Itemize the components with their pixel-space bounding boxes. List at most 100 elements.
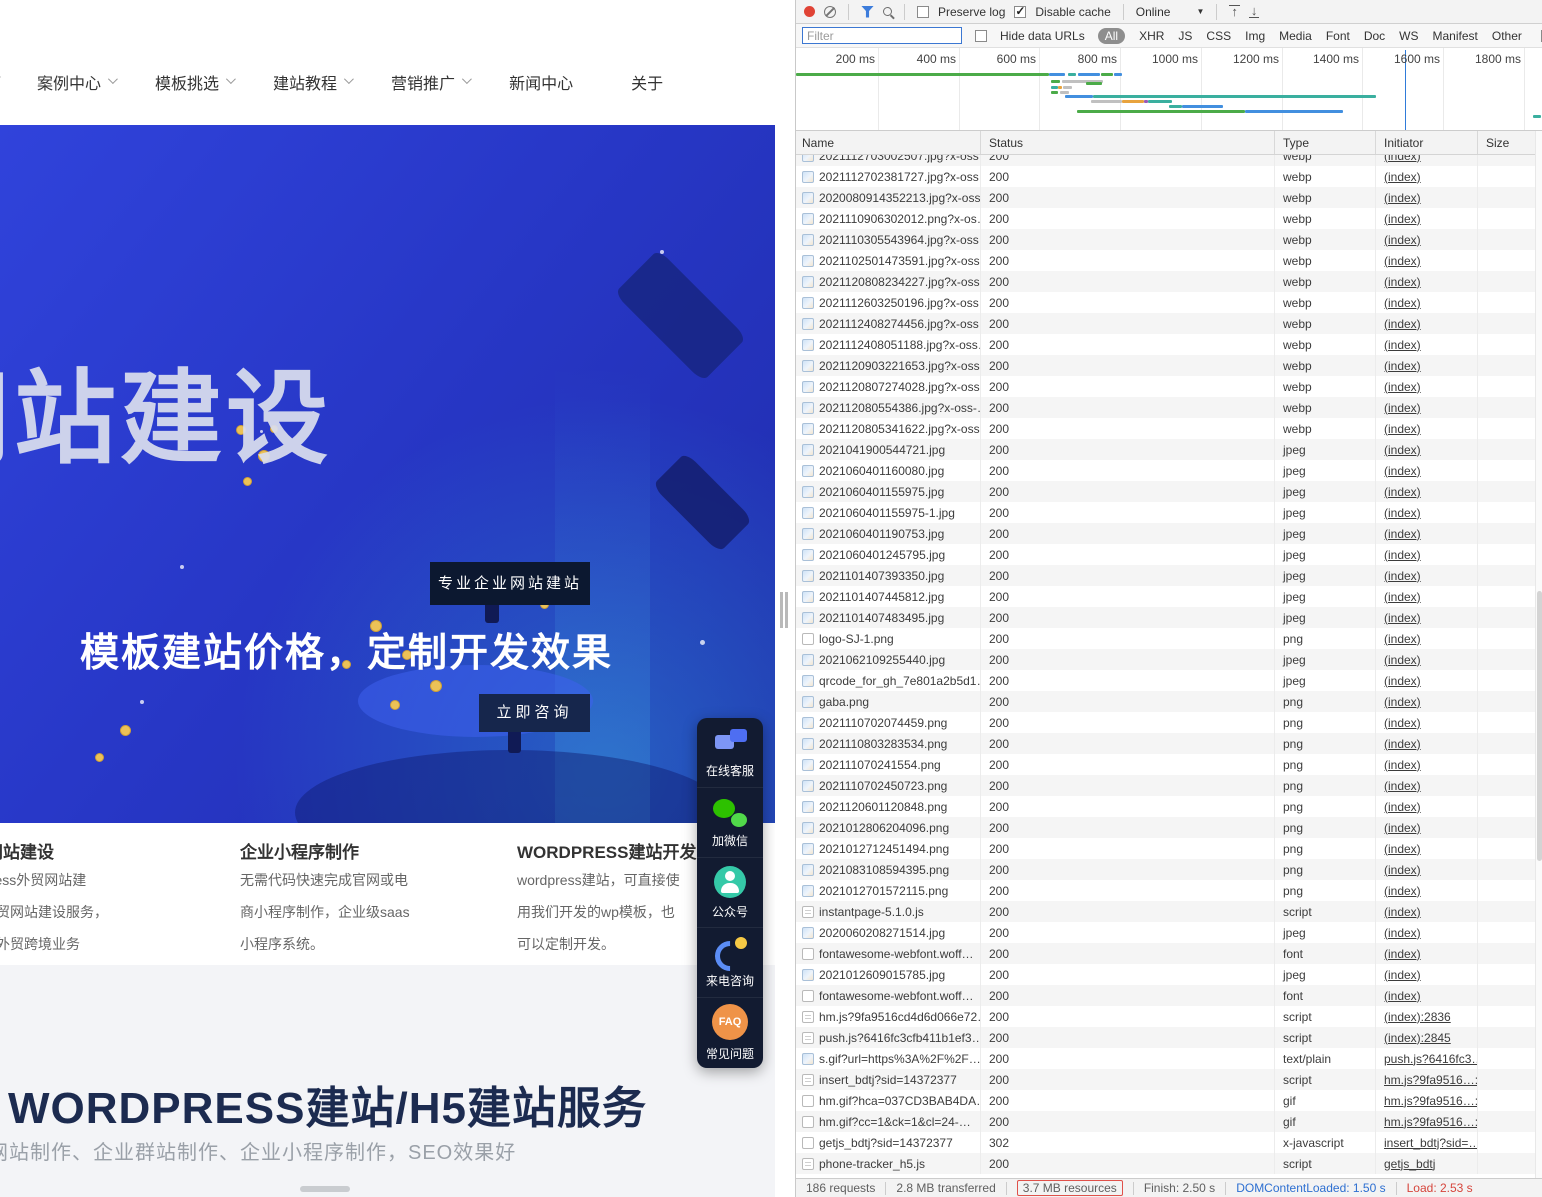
request-initiator-link[interactable]: (index):2836 xyxy=(1384,1010,1451,1024)
request-initiator-link[interactable]: hm.js?9fa9516…:… xyxy=(1384,1115,1478,1129)
request-initiator-link[interactable]: (index) xyxy=(1384,653,1421,667)
request-row[interactable]: 2021110305543964.jpg?x-oss…200webp(index… xyxy=(796,229,1535,250)
filter-icon[interactable] xyxy=(861,6,874,18)
request-row[interactable]: insert_bdtj?sid=14372377200scripthm.js?9… xyxy=(796,1069,1535,1090)
request-row[interactable]: 2021041900544721.jpg200jpeg(index) xyxy=(796,439,1535,460)
float-menu-item[interactable]: 在线客服 xyxy=(697,718,763,788)
request-row[interactable]: 202111070241554.png200png(index) xyxy=(796,754,1535,775)
request-row[interactable]: 2021060401155975.jpg200jpeg(index) xyxy=(796,481,1535,502)
request-initiator-link[interactable]: (index) xyxy=(1384,947,1421,961)
request-row[interactable]: 2021062109255440.jpg200jpeg(index) xyxy=(796,649,1535,670)
request-initiator-link[interactable]: (index) xyxy=(1384,800,1421,814)
request-initiator-link[interactable]: (index) xyxy=(1384,905,1421,919)
float-menu-item[interactable]: FAQ常见问题 xyxy=(697,998,763,1068)
request-row[interactable]: fontawesome-webfont.woff…200font(index) xyxy=(796,943,1535,964)
float-menu-item[interactable]: 来电咨询 xyxy=(697,928,763,998)
request-initiator-link[interactable]: getjs_bdtj xyxy=(1384,1157,1435,1171)
request-initiator-link[interactable]: (index) xyxy=(1384,380,1421,394)
request-row[interactable]: 2021060401160080.jpg200jpeg(index) xyxy=(796,460,1535,481)
request-initiator-link[interactable]: (index) xyxy=(1384,569,1421,583)
request-row[interactable]: 2021110702074459.png200png(index) xyxy=(796,712,1535,733)
request-initiator-link[interactable]: hm.js?9fa9516…:… xyxy=(1384,1094,1478,1108)
request-row[interactable]: 2021060401155975-1.jpg200jpeg(index) xyxy=(796,502,1535,523)
request-row[interactable]: 2021060401245795.jpg200jpeg(index) xyxy=(796,544,1535,565)
network-overview-waterfall[interactable]: 200 ms400 ms600 ms800 ms1000 ms1200 ms14… xyxy=(796,48,1542,131)
request-row[interactable]: 202112080554386.jpg?x-oss-…200webp(index… xyxy=(796,397,1535,418)
request-initiator-link[interactable]: (index) xyxy=(1384,926,1421,940)
request-row[interactable]: 2021101407483495.jpg200jpeg(index) xyxy=(796,607,1535,628)
request-row[interactable]: 2021120807274028.jpg?x-oss…200webp(index… xyxy=(796,376,1535,397)
consult-now-button[interactable]: 立即咨询 xyxy=(479,694,590,732)
request-row[interactable]: 2021012701572115.png200png(index) xyxy=(796,880,1535,901)
request-row[interactable]: 2021112408274456.jpg?x-oss…200webp(index… xyxy=(796,313,1535,334)
request-initiator-link[interactable]: (index) xyxy=(1384,317,1421,331)
request-row[interactable]: 2021120808234227.jpg?x-oss…200webp(index… xyxy=(796,271,1535,292)
request-row[interactable]: 2021112408051188.jpg?x-oss…200webp(index… xyxy=(796,334,1535,355)
request-initiator-link[interactable]: (index) xyxy=(1384,968,1421,982)
request-initiator-link[interactable]: (index) xyxy=(1384,275,1421,289)
request-initiator-link[interactable]: (index) xyxy=(1384,884,1421,898)
export-har-icon[interactable]: ↓ xyxy=(1249,5,1260,18)
filter-type-media[interactable]: Media xyxy=(1279,29,1312,43)
import-har-icon[interactable]: ↑ xyxy=(1229,5,1240,18)
request-initiator-link[interactable]: (index) xyxy=(1384,212,1421,226)
request-row[interactable]: 2021012806204096.png200png(index) xyxy=(796,817,1535,838)
request-row[interactable]: 2020060208271514.jpg200jpeg(index) xyxy=(796,922,1535,943)
request-initiator-link[interactable]: (index) xyxy=(1384,443,1421,457)
request-initiator-link[interactable]: (index) xyxy=(1384,632,1421,646)
search-icon[interactable] xyxy=(883,7,892,16)
request-initiator-link[interactable]: (index) xyxy=(1384,233,1421,247)
request-row[interactable]: 2021102501473591.jpg?x-oss…200webp(index… xyxy=(796,250,1535,271)
request-row[interactable]: hm.js?9fa9516cd4d6d066e72…200script(inde… xyxy=(796,1006,1535,1027)
request-initiator-link[interactable]: (index) xyxy=(1384,548,1421,562)
request-row[interactable]: fontawesome-webfont.woff…200font(index) xyxy=(796,985,1535,1006)
request-row[interactable]: 2021012609015785.jpg200jpeg(index) xyxy=(796,964,1535,985)
request-row[interactable]: phone-tracker_h5.js200scriptgetjs_bdtj xyxy=(796,1153,1535,1174)
disable-cache-checkbox[interactable] xyxy=(1014,6,1026,18)
filter-type-other[interactable]: Other xyxy=(1492,29,1522,43)
request-initiator-link[interactable]: (index) xyxy=(1384,863,1421,877)
request-initiator-link[interactable]: (index):2845 xyxy=(1384,1031,1451,1045)
float-menu-item[interactable]: 公众号 xyxy=(697,858,763,928)
request-row[interactable]: 2021101407393350.jpg200jpeg(index) xyxy=(796,565,1535,586)
requests-scrollbar[interactable] xyxy=(1535,131,1542,1178)
request-initiator-link[interactable]: (index) xyxy=(1384,611,1421,625)
request-initiator-link[interactable]: (index) xyxy=(1384,338,1421,352)
request-initiator-link[interactable]: (index) xyxy=(1384,737,1421,751)
request-initiator-link[interactable]: (index) xyxy=(1384,191,1421,205)
column-header-type[interactable]: Type xyxy=(1275,131,1376,154)
filter-type-doc[interactable]: Doc xyxy=(1364,29,1385,43)
column-header-status[interactable]: Status xyxy=(981,131,1275,154)
throttling-dropdown[interactable]: Online▼ xyxy=(1136,5,1205,19)
request-row[interactable]: qrcode_for_gh_7e801a2b5d1…200jpeg(index) xyxy=(796,670,1535,691)
request-row[interactable]: 2021120805341622.jpg?x-oss…200webp(index… xyxy=(796,418,1535,439)
request-row[interactable]: 2021060401190753.jpg200jpeg(index) xyxy=(796,523,1535,544)
request-initiator-link[interactable]: (index) xyxy=(1384,674,1421,688)
request-row[interactable]: 2021120903221653.jpg?x-oss…200webp(index… xyxy=(796,355,1535,376)
request-initiator-link[interactable]: (index) xyxy=(1384,821,1421,835)
request-initiator-link[interactable]: (index) xyxy=(1384,464,1421,478)
request-row[interactable]: getjs_bdtj?sid=14372377302x-javascriptin… xyxy=(796,1132,1535,1153)
devtools-splitter[interactable] xyxy=(775,0,795,1197)
request-row[interactable]: gaba.png200png(index) xyxy=(796,691,1535,712)
request-initiator-link[interactable]: (index) xyxy=(1384,170,1421,184)
request-row[interactable]: hm.gif?cc=1&ck=1&cl=24-…200gifhm.js?9fa9… xyxy=(796,1111,1535,1132)
column-header-size[interactable]: Size xyxy=(1478,131,1535,154)
request-row[interactable]: 2021083108594395.png200png(index) xyxy=(796,859,1535,880)
request-initiator-link[interactable]: (index) xyxy=(1384,296,1421,310)
nav-item[interactable]: 模板挑选 xyxy=(155,70,233,94)
column-header-name[interactable]: Name xyxy=(796,131,981,154)
request-initiator-link[interactable]: (index) xyxy=(1384,506,1421,520)
request-initiator-link[interactable]: insert_bdtj?sid=… xyxy=(1384,1136,1478,1150)
request-initiator-link[interactable]: (index) xyxy=(1384,716,1421,730)
request-row[interactable]: 2021012712451494.png200png(index) xyxy=(796,838,1535,859)
request-initiator-link[interactable]: push.js?6416fc3… xyxy=(1384,1052,1478,1066)
record-icon[interactable] xyxy=(804,6,815,17)
column-header-initiator[interactable]: Initiator xyxy=(1376,131,1478,154)
nav-item-about[interactable]: 关于 xyxy=(631,70,663,94)
filter-type-js[interactable]: JS xyxy=(1178,29,1192,43)
request-row[interactable]: 2021112603250196.jpg?x-oss…200webp(index… xyxy=(796,292,1535,313)
request-initiator-link[interactable]: hm.js?9fa9516…:… xyxy=(1384,1073,1478,1087)
request-row[interactable]: 2021101407445812.jpg200jpeg(index) xyxy=(796,586,1535,607)
request-row[interactable]: s.gif?url=https%3A%2F%2F…200text/plainpu… xyxy=(796,1048,1535,1069)
